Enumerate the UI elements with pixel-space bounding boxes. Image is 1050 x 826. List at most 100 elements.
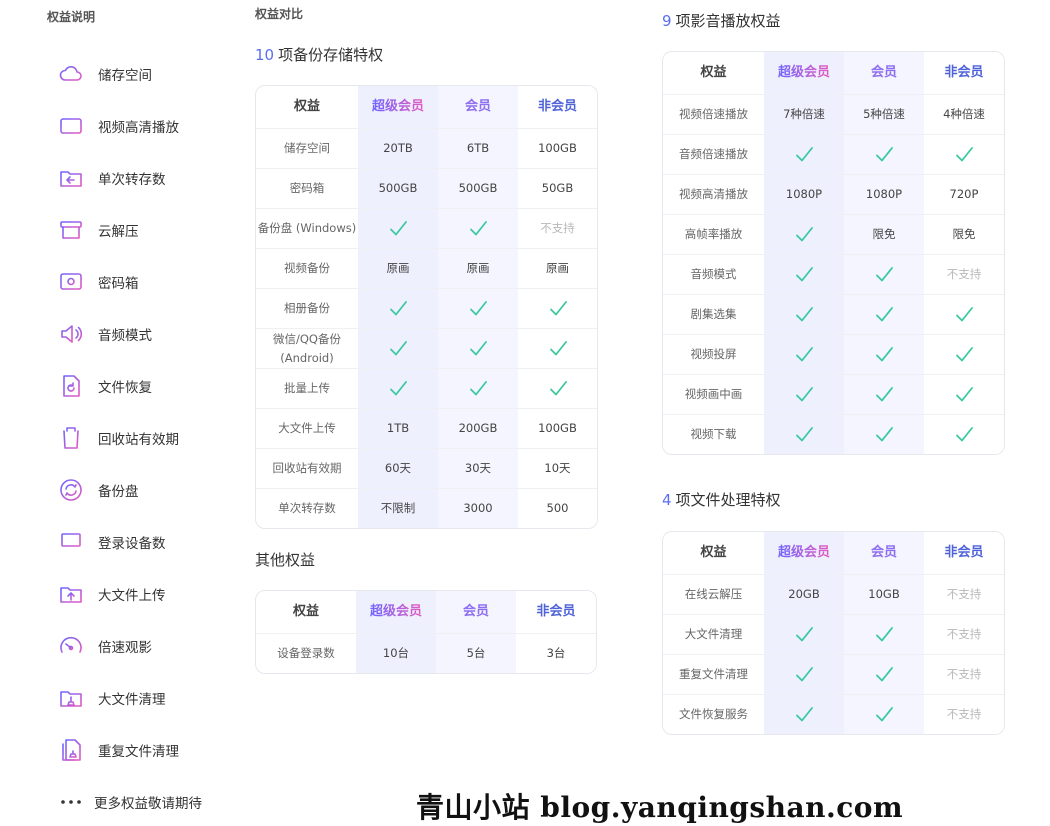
table-row: 视频画中画 (663, 374, 1004, 414)
column-header-label: 权益 (292, 603, 319, 619)
check-icon (844, 295, 924, 334)
check-icon (844, 655, 924, 694)
value-cell: 6TB (438, 129, 518, 168)
sidebar-more-label: 更多权益敬请期待 (94, 796, 202, 812)
file-duplicate-icon (58, 737, 84, 763)
check-icon (844, 415, 924, 454)
table-row: 音频倍速播放 (663, 134, 1004, 174)
folder-transfer-icon (58, 165, 84, 191)
table-header-row: 权益 超级会员 会员 非会员 (256, 591, 596, 633)
files-heading: 4 项文件处理特权 (662, 489, 781, 510)
value-cell: 不支持 (924, 575, 1004, 614)
sidebar-item[interactable]: 登录设备数 (58, 516, 248, 568)
sidebar-item[interactable]: 视频高清播放 (58, 100, 248, 152)
check-icon (764, 215, 844, 254)
column-header: 非会员 (518, 86, 597, 128)
feature-name: 视频高清播放 (679, 187, 748, 202)
check-icon (518, 329, 597, 368)
check-icon (844, 335, 924, 374)
value-cell: 不支持 (924, 615, 1004, 654)
sidebar-item[interactable]: 倍速观影 (58, 620, 248, 672)
value-cell: 限免 (924, 215, 1004, 254)
sidebar-item[interactable]: 储存空间 (58, 48, 248, 100)
media-table: 权益 超级会员 会员 非会员 视频倍速播放 7种倍速 5种倍速 4种倍速 音频倍速播放 视频高清播… (662, 51, 1005, 455)
check-icon (518, 289, 597, 328)
value-cell: 3台 (516, 634, 596, 673)
feature-name: 微信/QQ备份 (Android) (256, 329, 358, 368)
sidebar-item-label: 倍速观影 (98, 640, 152, 656)
sidebar-item[interactable]: 音频模式 (58, 308, 248, 360)
check-icon (764, 695, 844, 734)
sidebar-item[interactable]: 大文件上传 (58, 568, 248, 620)
table-row: 回收站有效期 60天 30天 10天 (256, 448, 597, 488)
column-header: 超级会员 (764, 52, 844, 94)
check-icon (438, 289, 518, 328)
column-header-label: 非会员 (944, 544, 984, 560)
sidebar-item[interactable]: 重复文件清理 (58, 724, 248, 776)
value-cell: 720P (924, 175, 1004, 214)
feature-name: 音频倍速播放 (679, 147, 748, 162)
column-header-label: 非会员 (536, 603, 576, 619)
check-icon (844, 135, 924, 174)
column-header: 权益 (663, 532, 764, 574)
column-header: 权益 (256, 591, 356, 633)
column-header: 非会员 (924, 52, 1004, 94)
table-row: 备份盘 (Windows) 不支持 (256, 208, 597, 248)
sidebar-item-label: 登录设备数 (98, 536, 166, 552)
files-count: 4 (662, 491, 672, 509)
feature-name: 回收站有效期 (272, 461, 342, 476)
feature-name: 大文件上传 (278, 421, 336, 436)
sidebar-item[interactable]: 备份盘 (58, 464, 248, 516)
sidebar-item-label: 音频模式 (98, 328, 152, 344)
column-header-label: 权益 (293, 98, 320, 114)
feature-name: 视频投屏 (690, 347, 737, 362)
check-icon (844, 255, 924, 294)
value-cell: 原画 (518, 249, 597, 288)
column-header-label: 会员 (870, 544, 897, 560)
sidebar-item[interactable]: 云解压 (58, 204, 248, 256)
check-icon (358, 369, 438, 408)
feature-name: 剧集选集 (690, 307, 737, 322)
column-header-label: 权益 (700, 544, 727, 560)
sidebar-item-label: 备份盘 (98, 484, 139, 500)
table-row: 文件恢复服务 不支持 (663, 694, 1004, 734)
sidebar-item[interactable]: 大文件清理 (58, 672, 248, 724)
check-icon (438, 369, 518, 408)
file-restore-icon (58, 373, 84, 399)
check-icon (844, 615, 924, 654)
table-row: 高帧率播放 限免 限免 (663, 214, 1004, 254)
sidebar-item[interactable]: 单次转存数 (58, 152, 248, 204)
column-header: 会员 (844, 52, 924, 94)
sidebar-item-label: 文件恢复 (98, 380, 152, 396)
check-icon (764, 335, 844, 374)
sidebar-item-label: 视频高清播放 (98, 120, 179, 136)
feature-name: 视频倍速播放 (679, 107, 748, 122)
value-cell: 7种倍速 (764, 95, 844, 134)
media-count: 9 (662, 12, 672, 30)
folder-clean-icon (58, 685, 84, 711)
check-icon (764, 135, 844, 174)
value-cell: 1080P (764, 175, 844, 214)
feature-name: 单次转存数 (278, 501, 336, 516)
value-cell: 1TB (358, 409, 438, 448)
value-cell: 50GB (518, 169, 597, 208)
table-row: 视频备份 原画 原画 原画 (256, 248, 597, 288)
value-cell: 30天 (438, 449, 518, 488)
sidebar-item[interactable]: 密码箱 (58, 256, 248, 308)
column-header-label: 超级会员 (372, 97, 424, 118)
feature-name-line: 微信/QQ备份 (273, 332, 341, 347)
column-header-label: 非会员 (537, 98, 577, 114)
feature-name: 高帧率播放 (684, 227, 743, 242)
feature-name: 密码箱 (289, 181, 325, 196)
check-icon (764, 415, 844, 454)
more-dots-icon (58, 789, 84, 815)
sidebar-item[interactable]: 回收站有效期 (58, 412, 248, 464)
sidebar-item[interactable]: 文件恢复 (58, 360, 248, 412)
sidebar-more-item[interactable]: 更多权益敬请期待 (58, 776, 248, 826)
check-icon (844, 375, 924, 414)
value-cell: 5台 (436, 634, 516, 673)
sidebar-item-label: 储存空间 (98, 68, 152, 84)
feature-name: 视频下载 (690, 427, 737, 442)
table-row: 音频模式 不支持 (663, 254, 1004, 294)
check-icon (764, 655, 844, 694)
